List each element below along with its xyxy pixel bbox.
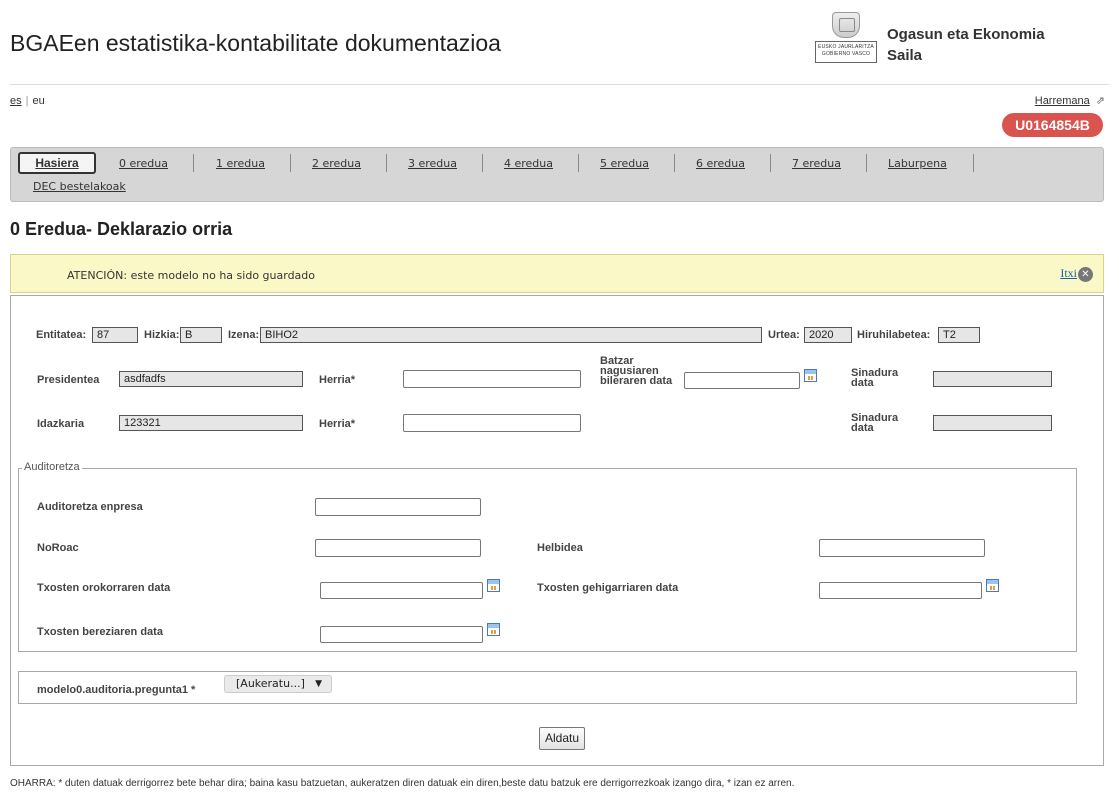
herria-label-1: Herria* (319, 374, 356, 386)
sinadura-data-label-2: Sinadura data (851, 412, 899, 434)
hizkia-label: Hizkia: (144, 329, 180, 341)
alert-close-link[interactable]: Itxi ✕ (1060, 266, 1093, 282)
calendar-icon[interactable] (487, 623, 500, 636)
tab-0-eredua[interactable]: 0 eredua (119, 157, 168, 170)
hizkia-field: B (180, 327, 222, 343)
tab-4-eredua[interactable]: 4 eredua (504, 157, 553, 170)
chevron-down-icon: ▼ (315, 679, 322, 689)
calendar-icon[interactable] (487, 579, 500, 592)
tab-2-eredua[interactable]: 2 eredua (312, 157, 361, 170)
alert-close-label: Itxi (1060, 266, 1077, 280)
presidentea-label: Presidentea (37, 374, 100, 386)
tab-hasiera[interactable]: Hasiera (18, 152, 96, 174)
tab-1-eredua[interactable]: 1 eredua (216, 157, 265, 170)
question-label: modelo0.auditoria.pregunta1 * (37, 684, 196, 696)
nav-divider (193, 154, 194, 172)
tab-dec-bestelakoak[interactable]: DEC bestelakoak (33, 180, 126, 193)
nav-divider (290, 154, 291, 172)
auditoretza-enpresa-input[interactable] (315, 498, 481, 516)
language-switcher: es | eu (10, 95, 45, 107)
hiruhilabetea-label: Hiruhilabetea: (857, 329, 931, 341)
entitatea-field: 87 (92, 327, 138, 343)
herria-input-2[interactable] (403, 414, 581, 432)
tab-7-eredua[interactable]: 7 eredua (792, 157, 841, 170)
nav-divider (386, 154, 387, 172)
entitatea-label: Entitatea: (36, 329, 87, 341)
nav-divider (973, 154, 974, 172)
gobierno-vasco-logo: EUSKO JAURLARITZA GOBIERNO VASCO (815, 12, 877, 70)
app-title: BGAEen estatistika-kontabilitate dokumen… (10, 30, 501, 56)
contact-label: Harremana (1034, 95, 1090, 107)
urtea-label: Urtea: (768, 329, 800, 341)
batzar-data-label: Batzar nagusiaren bileraren data (600, 355, 673, 387)
herria-input-1[interactable] (403, 370, 581, 388)
contact-link[interactable]: Harremana ⇗ (1035, 94, 1105, 107)
sinadura-data-field-1 (933, 371, 1052, 387)
question-select[interactable]: [Aukeratu...] ▼ (224, 675, 332, 693)
auditoretza-enpresa-label: Auditoretza enpresa (37, 501, 143, 513)
logo-text-2: GOBIERNO VASCO (821, 51, 871, 57)
sinadura-data-label-1: Sinadura data (851, 367, 899, 389)
user-id-badge[interactable]: U0164854B (1002, 113, 1103, 137)
auditoretza-fieldset (18, 468, 1077, 652)
coat-of-arms-icon (832, 12, 860, 38)
izena-label: Izena: (228, 329, 260, 341)
tab-laburpena[interactable]: Laburpena (888, 157, 947, 170)
department-line-2: Saila (887, 47, 923, 64)
alert-message: ATENCIÓN: este modelo no ha sido guardad… (67, 269, 315, 282)
txosten-gehigarria-input[interactable] (819, 582, 982, 599)
lang-es-link[interactable]: es (10, 95, 22, 107)
herria-label-2: Herria* (319, 418, 356, 430)
lang-eu-current: eu (32, 95, 45, 107)
auditoretza-legend: Auditoretza (22, 461, 82, 473)
nav-divider (482, 154, 483, 172)
tab-5-eredua[interactable]: 5 eredua (600, 157, 649, 170)
page-title: 0 Eredua- Deklarazio orria (10, 219, 233, 239)
nav-divider (674, 154, 675, 172)
header-divider (10, 84, 1109, 85)
external-link-icon: ⇗ (1095, 95, 1105, 107)
helbidea-input[interactable] (819, 539, 985, 557)
helbidea-label: Helbidea (537, 542, 583, 554)
txosten-gehigarria-label: Txosten gehigarriaren data (537, 582, 679, 594)
nav-divider (770, 154, 771, 172)
warning-alert: ATENCIÓN: este modelo no ha sido guardad… (10, 254, 1104, 293)
footnote: OHARRA: * duten datuak derrigorrez bete … (10, 778, 795, 789)
aldatu-button[interactable]: Aldatu (539, 727, 585, 750)
department-name: Ogasun eta Ekonomia Saila (887, 24, 1045, 66)
main-navbar: Hasiera 0 eredua 1 eredua 2 eredua 3 ere… (10, 147, 1104, 202)
noroac-input[interactable] (315, 539, 481, 557)
idazkaria-field: 123321 (119, 415, 303, 431)
logo-textbox: EUSKO JAURLARITZA GOBIERNO VASCO (815, 41, 877, 63)
department-line-1: Ogasun eta Ekonomia (887, 26, 1045, 43)
noroac-label: NoRoac (37, 542, 79, 554)
calendar-icon[interactable] (986, 579, 999, 592)
txosten-berezia-input[interactable] (320, 626, 483, 643)
idazkaria-label: Idazkaria (37, 418, 85, 430)
nav-divider (866, 154, 867, 172)
tab-6-eredua[interactable]: 6 eredua (696, 157, 745, 170)
txosten-orokorra-input[interactable] (320, 582, 483, 599)
presidentea-field: asdfadfs (119, 371, 303, 387)
calendar-icon[interactable] (804, 369, 817, 382)
nav-divider (578, 154, 579, 172)
tab-3-eredua[interactable]: 3 eredua (408, 157, 457, 170)
question-select-value: [Aukeratu...] (236, 677, 305, 690)
lang-separator: | (25, 95, 29, 107)
sinadura-data-field-2 (933, 415, 1052, 431)
logo-text-1: EUSKO JAURLARITZA (818, 44, 874, 50)
urtea-field: 2020 (804, 327, 852, 343)
hiruhilabetea-field: T2 (938, 327, 980, 343)
txosten-berezia-label: Txosten bereziaren data (37, 626, 163, 638)
izena-field: BIHO2 (260, 327, 762, 343)
txosten-orokorra-label: Txosten orokorraren data (37, 582, 171, 594)
close-icon: ✕ (1078, 266, 1093, 282)
batzar-data-input[interactable] (684, 372, 800, 389)
